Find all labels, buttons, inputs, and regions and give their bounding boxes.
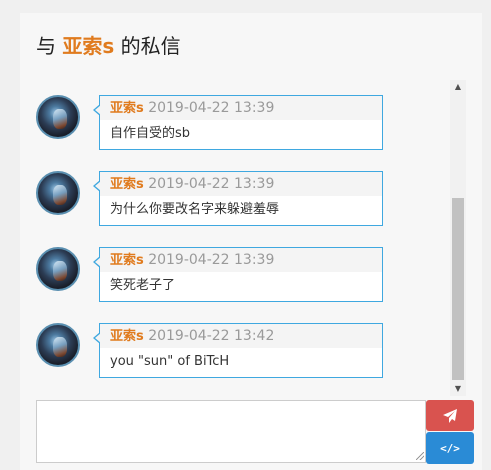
message-list[interactable]: 亚索s 2019-04-22 13:39 自作自受的sb 亚索s 2019-04… bbox=[20, 80, 466, 396]
message-header: 亚索s 2019-04-22 13:39 bbox=[100, 172, 382, 196]
message-sender[interactable]: 亚索s bbox=[110, 329, 144, 344]
message-sender[interactable]: 亚索s bbox=[110, 253, 144, 268]
message-scrollbar[interactable]: ▲ ▼ bbox=[450, 80, 466, 396]
message-time: 2019-04-22 13:39 bbox=[148, 176, 275, 192]
page-title: 与 亚索s 的私信 bbox=[36, 33, 181, 59]
message-time: 2019-04-22 13:39 bbox=[148, 252, 275, 268]
scroll-thumb[interactable] bbox=[452, 198, 464, 380]
avatar[interactable] bbox=[36, 95, 80, 139]
title-suffix: 的私信 bbox=[120, 34, 181, 58]
title-prefix: 与 bbox=[36, 34, 56, 58]
message-item: 亚索s 2019-04-22 13:39 自作自受的sb bbox=[36, 80, 400, 150]
message-sender[interactable]: 亚索s bbox=[110, 101, 144, 116]
message-bubble: 亚索s 2019-04-22 13:39 为什么你要改名字来躲避羞辱 bbox=[93, 171, 383, 226]
message-item: 亚索s 2019-04-22 13:42 you "sun" of BiTcH bbox=[36, 308, 400, 378]
message-bubble: 亚索s 2019-04-22 13:39 笑死老子了 bbox=[93, 247, 383, 302]
title-username[interactable]: 亚索s bbox=[62, 34, 114, 58]
message-text: you "sun" of BiTcH bbox=[110, 354, 230, 369]
avatar[interactable] bbox=[36, 171, 80, 215]
avatar[interactable] bbox=[36, 323, 80, 367]
resize-grip-icon[interactable] bbox=[416, 452, 424, 460]
message-bubble: 亚索s 2019-04-22 13:39 自作自受的sb bbox=[93, 95, 383, 150]
code-icon: </> bbox=[440, 441, 460, 455]
message-header: 亚索s 2019-04-22 13:39 bbox=[100, 248, 382, 272]
message-header: 亚索s 2019-04-22 13:39 bbox=[100, 96, 382, 120]
message-bubble: 亚索s 2019-04-22 13:42 you "sun" of BiTcH bbox=[93, 323, 383, 378]
send-button[interactable] bbox=[426, 400, 474, 431]
code-button[interactable]: </> bbox=[426, 432, 474, 464]
message-item: 亚索s 2019-04-22 13:39 为什么你要改名字来躲避羞辱 bbox=[36, 156, 400, 226]
message-text: 自作自受的sb bbox=[110, 126, 191, 141]
message-text: 为什么你要改名字来躲避羞辱 bbox=[110, 202, 280, 217]
message-input[interactable] bbox=[36, 400, 426, 463]
message-time: 2019-04-22 13:42 bbox=[148, 328, 275, 344]
avatar[interactable] bbox=[36, 247, 80, 291]
message-time: 2019-04-22 13:39 bbox=[148, 100, 275, 116]
scroll-down-arrow-icon[interactable]: ▼ bbox=[450, 382, 466, 396]
message-sender[interactable]: 亚索s bbox=[110, 177, 144, 192]
message-header: 亚索s 2019-04-22 13:42 bbox=[100, 324, 382, 348]
message-text: 笑死老子了 bbox=[110, 278, 176, 293]
message-item: 亚索s 2019-04-22 13:39 笑死老子了 bbox=[36, 232, 400, 302]
paper-plane-icon bbox=[443, 408, 457, 423]
scroll-up-arrow-icon[interactable]: ▲ bbox=[450, 80, 466, 94]
